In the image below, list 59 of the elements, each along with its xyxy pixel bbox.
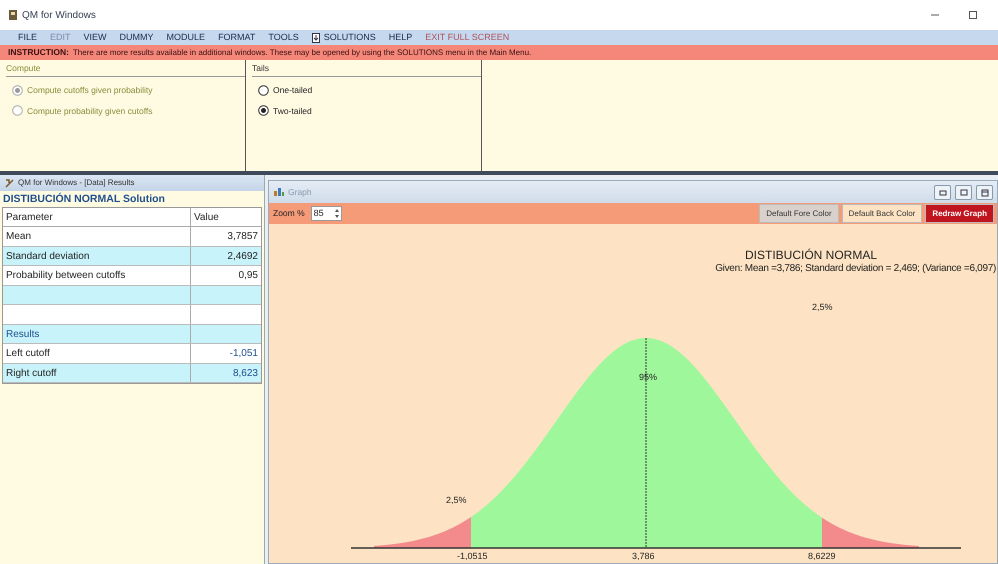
table-cell-text: 2,4692 — [226, 250, 259, 264]
zoom-spinner[interactable]: 85 — [310, 206, 342, 221]
instruction-text: There are more results available in additional windows. These may be opened by using the SOLUTIONS menu in the Main Menu. — [72, 46, 532, 58]
chart-subtitle: Given: Mean =3,786; Standard deviation = 2,469; (Variance =6,097) — [715, 262, 996, 276]
chart-title: DISTIBUCIÓN NORMAL — [745, 247, 878, 264]
radio-label: Compute cutoffs given probability — [27, 84, 153, 96]
table-cell-text: -1,051 — [228, 347, 259, 361]
window-title: QM for Windows — [22, 8, 96, 22]
axis-label: 8,6229 — [808, 550, 836, 563]
table-cell-text: 3,7857 — [226, 230, 259, 244]
radio-label: Compute probability given cutoffs — [27, 104, 153, 118]
radio-label: One-tailed — [273, 84, 312, 96]
toolbar-button[interactable]: Default Fore Color — [759, 204, 839, 223]
window-icon — [5, 178, 14, 188]
menu-item[interactable]: FORMAT — [218, 33, 256, 42]
section-label: Results — [3, 324, 191, 343]
radio-button[interactable] — [258, 84, 269, 96]
toolbar-button[interactable]: Default Back Color — [842, 204, 922, 223]
maximize-icon — [978, 186, 990, 198]
table-cell-text: 8,623 — [232, 366, 259, 380]
menu-item[interactable]: TOOLS — [268, 33, 299, 42]
toolbar-button[interactable]: Redraw Graph — [925, 204, 994, 223]
spinner-arrows-icon[interactable] — [332, 207, 341, 220]
column-header: Value — [193, 211, 220, 225]
app-icon — [8, 9, 18, 21]
menu-item[interactable]: SOLUTIONS — [312, 32, 376, 42]
percent-label: 95% — [639, 371, 658, 384]
zoom-label: Zoom % — [273, 207, 305, 220]
instruction-label: INSTRUCTION: — [8, 46, 69, 59]
download-icon — [312, 32, 320, 42]
axis-label: 3,786 — [632, 550, 655, 563]
menu-item[interactable]: FILE — [18, 33, 38, 42]
zoom-value: 85 — [312, 206, 325, 220]
radio-button[interactable] — [258, 105, 269, 116]
table-cell: Right cutoff — [3, 364, 191, 382]
maximize-button[interactable] — [976, 184, 993, 200]
axis-label: -1,0515 — [457, 550, 488, 563]
graph-title: Graph — [288, 186, 312, 198]
maximize-icon[interactable] — [968, 10, 978, 20]
minimize-button[interactable] — [934, 184, 951, 200]
radio-label: Two-tailed — [273, 104, 312, 118]
restore-button[interactable] — [955, 184, 972, 200]
table-cell: Left cutoff — [3, 344, 191, 362]
menu-item[interactable]: DUMMY — [120, 33, 154, 42]
menu-item[interactable]: HELP — [388, 33, 412, 42]
table-cell: Standard deviation — [3, 246, 191, 265]
column-header: Parameter — [3, 208, 191, 226]
group-title: Compute — [6, 62, 245, 77]
group-title: Tails — [252, 62, 481, 77]
percent-label: 2,5% — [446, 494, 467, 507]
percent-label: 2,5% — [812, 301, 833, 314]
table-cell: Mean — [3, 227, 191, 246]
table-cell: Probability between cutoffs — [3, 266, 191, 284]
panel-title: QM for Windows - [Data] Results — [18, 177, 134, 189]
chart-icon — [273, 187, 284, 197]
menu-item[interactable]: MODULE — [166, 33, 206, 42]
menu-item[interactable]: VIEW — [84, 33, 107, 42]
restore-icon — [958, 186, 970, 198]
table-cell-text: 0,95 — [238, 269, 259, 283]
